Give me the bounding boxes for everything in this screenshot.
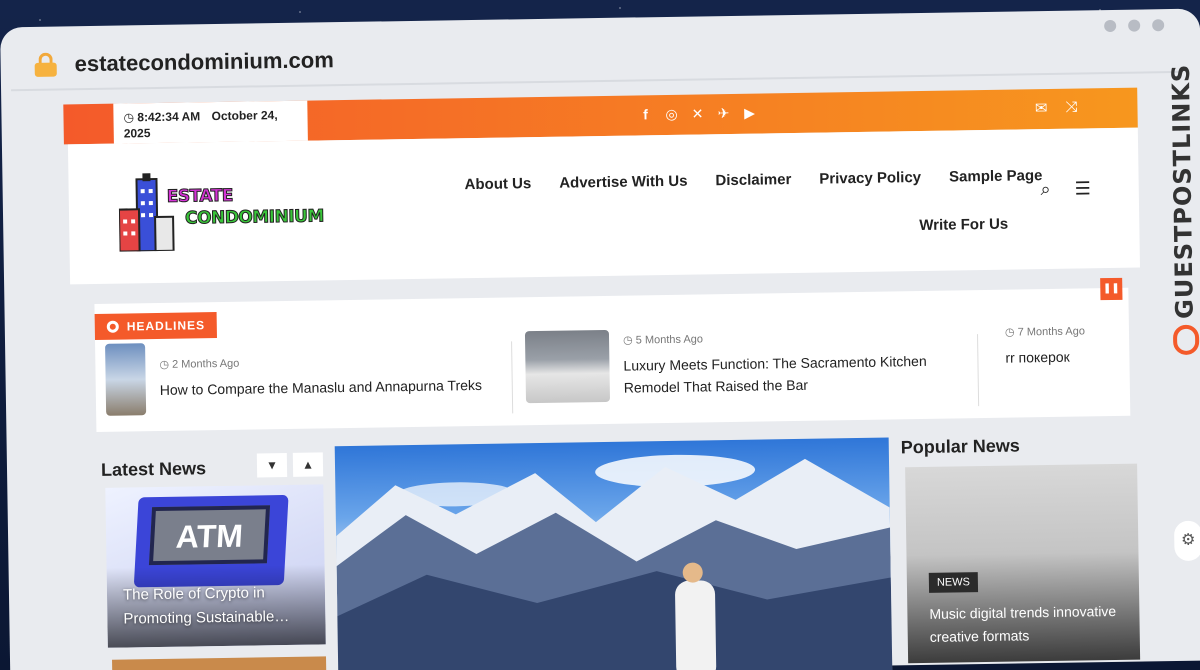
nav-disclaimer[interactable]: Disclaimer [715, 171, 791, 189]
site-header: ESTATE CONDOMINIUM About Us Advertise Wi… [67, 127, 1140, 285]
carousel-controls: ▼ ▲ [256, 452, 324, 478]
divider [977, 334, 980, 407]
nav-sample-page[interactable]: Sample Page [949, 167, 1043, 185]
logo-text-estate: ESTATE [166, 185, 234, 207]
headline-thumbnail [524, 329, 611, 404]
headline-item[interactable]: ◷ 5 Months Ago Luxury Meets Function: Th… [524, 324, 954, 404]
headline-date: ◷ 7 Months Ago [1004, 325, 1086, 339]
top-actions: ✉ ⤨ [1035, 99, 1078, 118]
mail-icon[interactable]: ✉ [1035, 99, 1048, 117]
latest-news-section: Latest News ▼ ▲ ATM The Role of Crypto i… [101, 452, 327, 670]
record-icon [106, 320, 119, 333]
shuffle-icon[interactable]: ⤨ [1065, 99, 1077, 117]
card-title[interactable]: Music digital trends innovative creative… [929, 600, 1130, 649]
guestpostlinks-badge: GUESTPOSTLINKS [1163, 64, 1200, 390]
section-title: Popular News [900, 435, 1020, 458]
url-text[interactable]: estatecondominium.com [74, 47, 334, 77]
gear-icon[interactable]: ⚙ [1173, 520, 1200, 562]
clock-icon: ◷ [123, 110, 135, 125]
social-links: f ◎ ✕ ✈ ▶ [638, 105, 756, 124]
header-actions: ⌕ ☰ [1040, 178, 1091, 200]
instagram-icon[interactable]: ◎ [664, 106, 678, 123]
headline-item[interactable]: ◷ 2 Months Ago How to Compare the Manasl… [105, 338, 482, 416]
window-controls [1104, 19, 1165, 33]
headlines-ticker: HEADLINES ❚❚ ◷ 2 Months Ago How to Compa… [94, 277, 1131, 432]
divider [511, 341, 514, 414]
logo-text-condominium: CONDOMINIUM [184, 206, 324, 229]
date-time-box: ◷ 8:42:34 AM October 24, 2025 [113, 100, 308, 144]
window-dot-icon[interactable] [1128, 19, 1141, 32]
headline-date: ◷ 2 Months Ago [159, 357, 240, 371]
mountain-image [336, 454, 893, 670]
atm-image: ATM [133, 494, 289, 588]
nav-advertise-with-us[interactable]: Advertise With Us [559, 173, 687, 192]
window-dot-icon[interactable] [1152, 19, 1165, 32]
headline-title[interactable]: Luxury Meets Function: The Sacramento Ki… [623, 349, 954, 398]
pause-button[interactable]: ❚❚ [1100, 277, 1123, 301]
x-icon[interactable]: ✕ [690, 105, 704, 122]
headline-date: ◷ 5 Months Ago [622, 332, 704, 347]
address-bar[interactable]: estatecondominium.com [10, 22, 1181, 92]
building-icon [118, 173, 175, 252]
website: ◷ 8:42:34 AM October 24, 2025 f ◎ ✕ ✈ ▶ … [63, 87, 1146, 670]
facebook-icon[interactable]: f [638, 106, 652, 123]
chevron-up-icon[interactable]: ▲ [292, 452, 324, 477]
current-time: 8:42:34 AM [137, 109, 201, 125]
nav-about-us[interactable]: About Us [464, 175, 531, 193]
main-nav: About Us Advertise With Us Disclaimer Pr… [464, 167, 1042, 193]
window-dot-icon[interactable] [1104, 19, 1117, 33]
nav-write-for-us[interactable]: Write For Us [919, 216, 1008, 234]
vk-icon[interactable]: ✈ [716, 105, 730, 122]
headline-item[interactable]: ◷ 7 Months Ago rr покерок [1005, 324, 1086, 368]
card-title[interactable]: The Role of Crypto in Promoting Sustaina… [123, 581, 314, 632]
youtube-icon[interactable]: ▶ [742, 105, 756, 122]
latest-news-card[interactable]: ATM The Role of Crypto in Promoting Sust… [105, 484, 326, 648]
link-icon [1172, 324, 1200, 356]
site-logo[interactable]: ESTATE CONDOMINIUM [118, 170, 339, 253]
nav-privacy-policy[interactable]: Privacy Policy [819, 169, 921, 188]
chevron-down-icon[interactable]: ▼ [256, 452, 288, 478]
category-badge[interactable]: NEWS [928, 572, 979, 593]
lock-icon [34, 52, 57, 77]
search-icon[interactable]: ⌕ [1040, 179, 1050, 200]
popular-news-section: Popular News NEWS Music digital trends i… [900, 434, 1141, 664]
headlines-label: HEADLINES [94, 312, 218, 340]
featured-image[interactable] [334, 437, 893, 670]
headline-thumbnail [105, 343, 147, 416]
headline-title[interactable]: rr покерок [1005, 345, 1085, 368]
menu-icon[interactable]: ☰ [1074, 178, 1090, 199]
latest-news-card-next[interactable] [112, 656, 327, 670]
browser-window: estatecondominium.com ◷ 8:42:34 AM Octob… [0, 8, 1200, 670]
popular-news-card[interactable]: NEWS Music digital trends innovative cre… [905, 463, 1141, 664]
headline-title[interactable]: How to Compare the Manaslu and Annapurna… [160, 373, 482, 400]
